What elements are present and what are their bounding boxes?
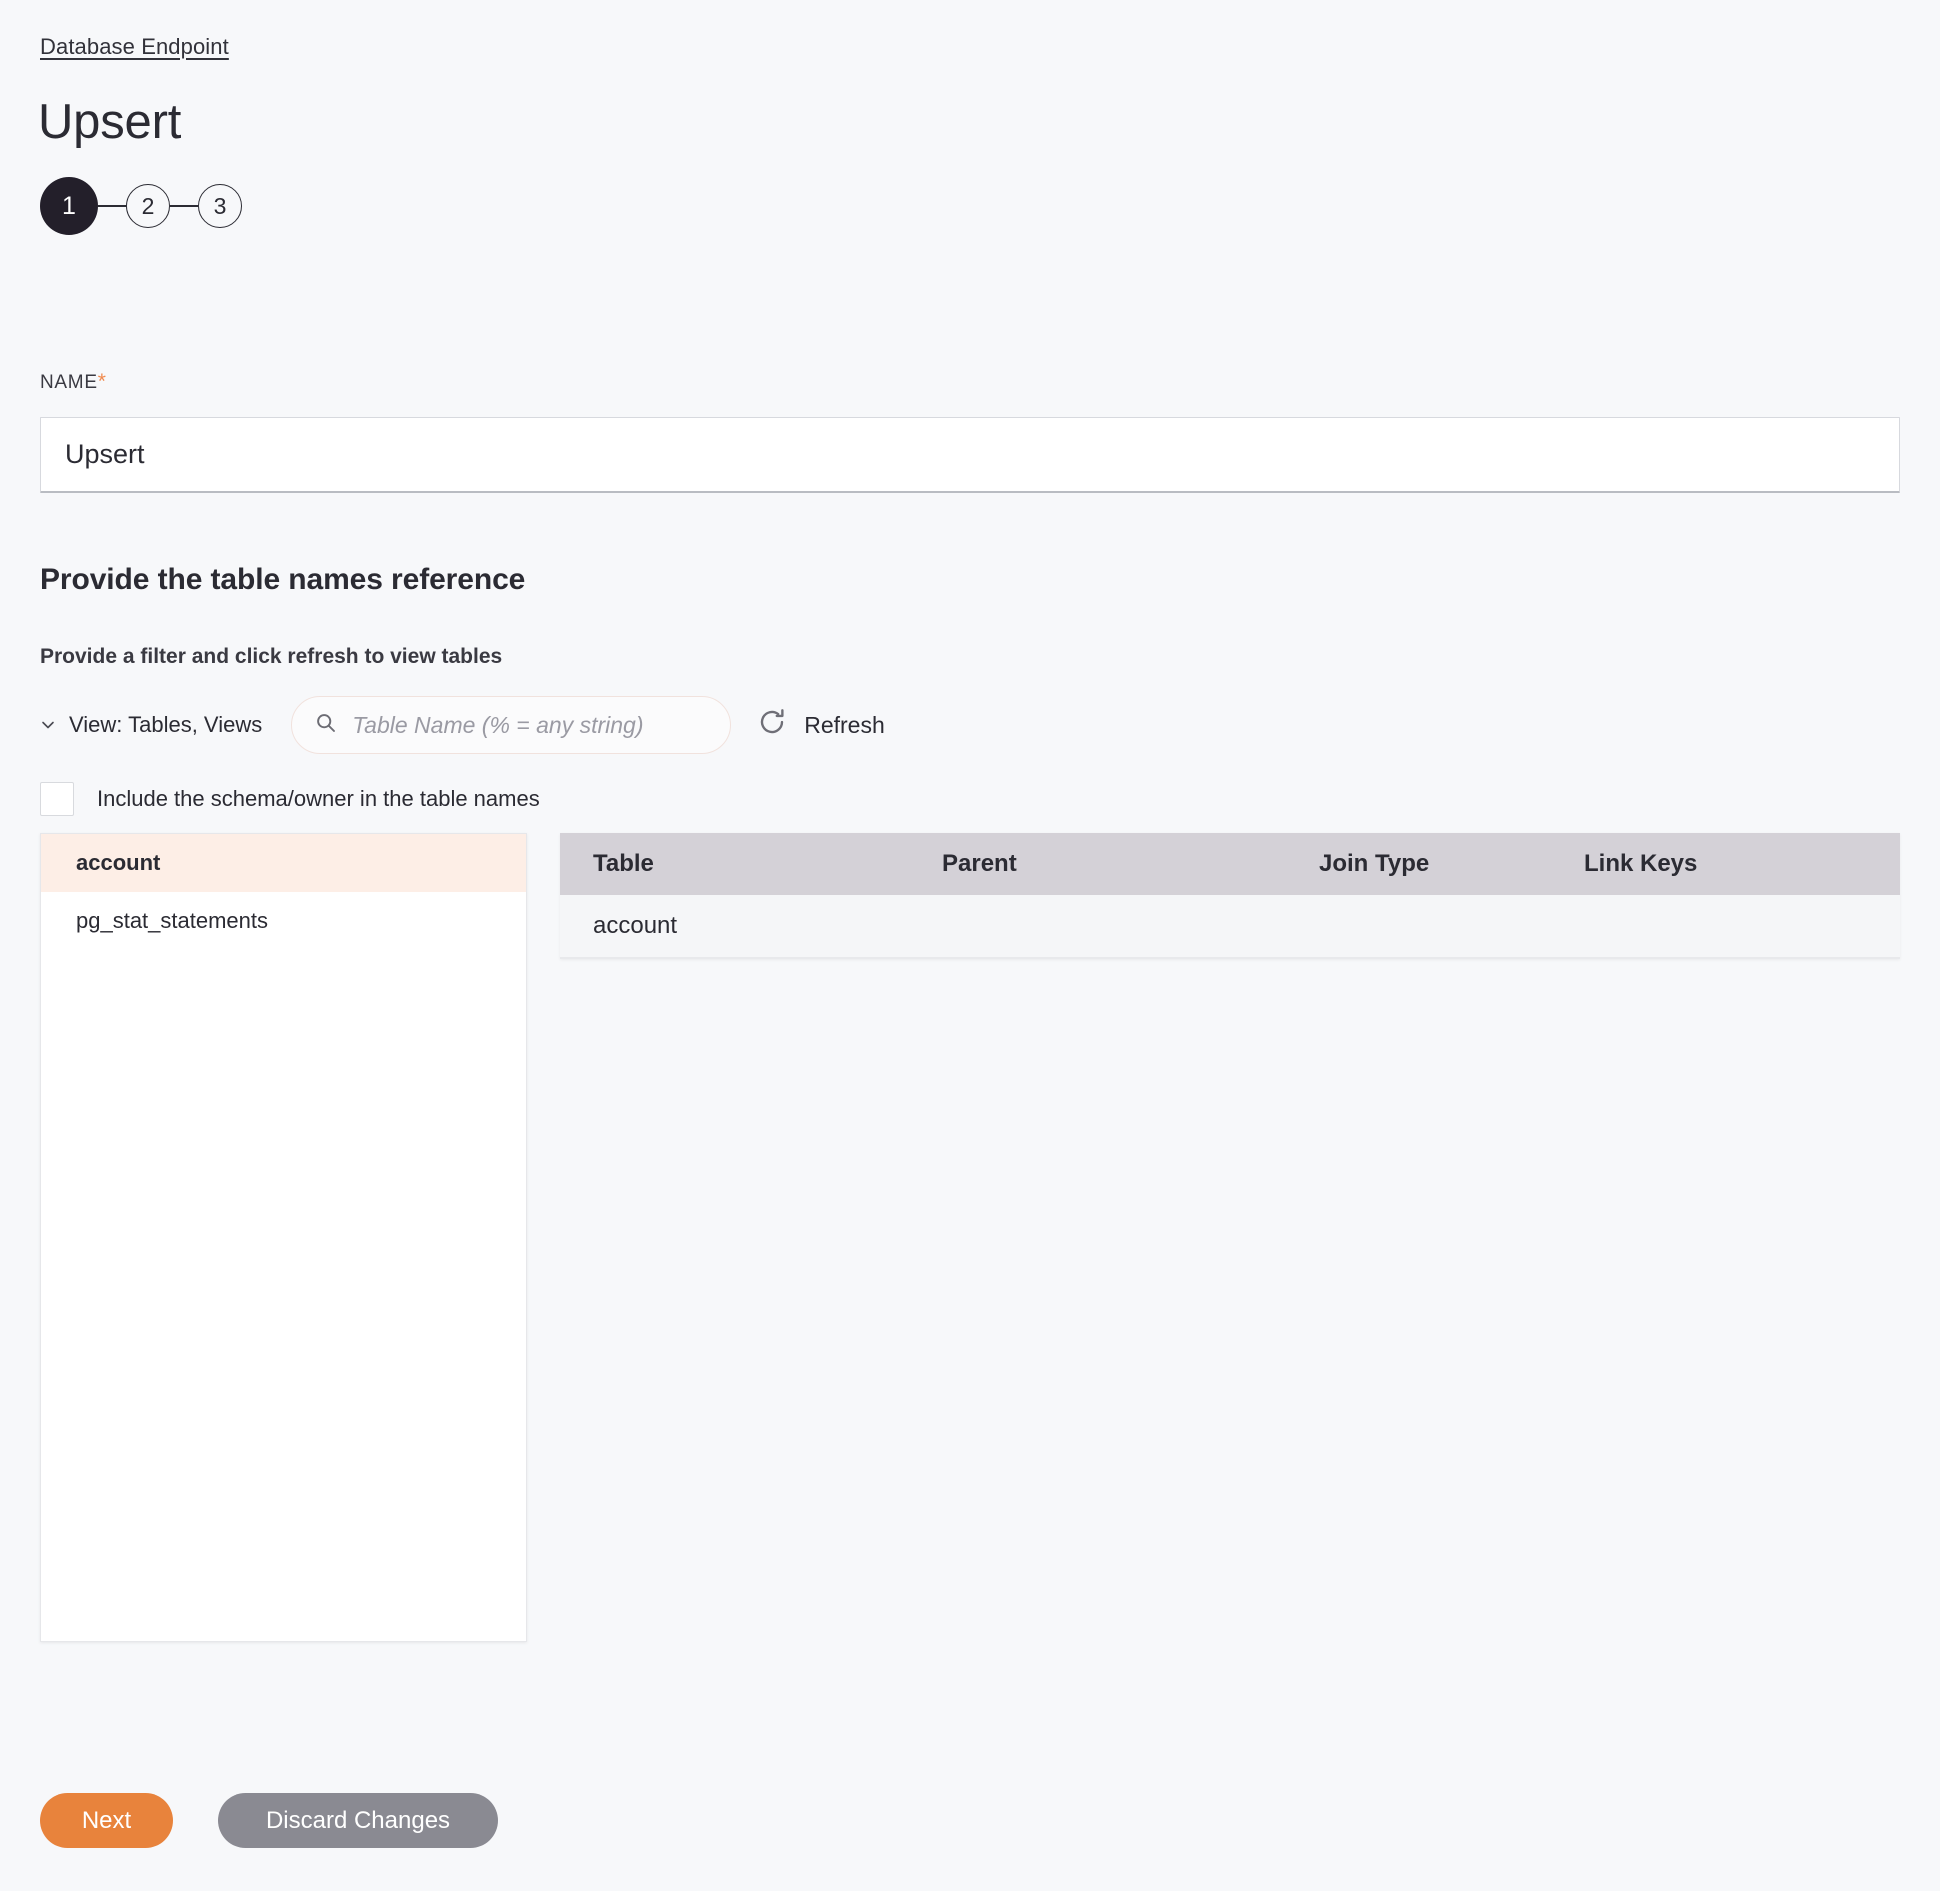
- list-item[interactable]: pg_stat_statements: [41, 892, 526, 950]
- chevron-down-icon: [40, 717, 56, 733]
- selected-tables-grid: Table Parent Join Type Link Keys account: [560, 833, 1900, 959]
- refresh-button[interactable]: Refresh: [757, 707, 885, 743]
- view-select-label: View: Tables, Views: [69, 712, 263, 737]
- required-asterisk: *: [97, 370, 107, 393]
- include-schema-checkbox[interactable]: [40, 782, 74, 816]
- stepper-step-1[interactable]: 1: [40, 177, 98, 235]
- page-title: Upsert: [38, 95, 182, 149]
- filter-row: View: Tables, Views Refresh: [40, 695, 885, 755]
- include-schema-checkbox-row[interactable]: Include the schema/owner in the table na…: [40, 782, 540, 816]
- next-button[interactable]: Next: [40, 1793, 173, 1848]
- grid-header-row: Table Parent Join Type Link Keys: [560, 833, 1900, 895]
- name-input[interactable]: [40, 417, 1900, 493]
- name-field-label: NAME*: [40, 370, 107, 394]
- search-icon: [314, 711, 338, 740]
- include-schema-label: Include the schema/owner in the table na…: [97, 786, 540, 811]
- table-row[interactable]: account: [560, 895, 1900, 959]
- refresh-icon: [757, 707, 787, 743]
- column-header-join-type[interactable]: Join Type: [1319, 850, 1584, 878]
- column-header-parent[interactable]: Parent: [942, 850, 1319, 878]
- table-name-filter[interactable]: [291, 696, 732, 754]
- breadcrumb-database-endpoint[interactable]: Database Endpoint: [40, 34, 229, 60]
- list-item[interactable]: account: [41, 834, 526, 892]
- wizard-stepper: 1 2 3: [40, 177, 242, 235]
- refresh-label: Refresh: [804, 711, 885, 738]
- stepper-step-2[interactable]: 2: [126, 184, 170, 228]
- view-select[interactable]: View: Tables, Views: [40, 712, 262, 738]
- discard-changes-button[interactable]: Discard Changes: [218, 1793, 498, 1848]
- stepper-connector-2: [170, 205, 198, 207]
- table-list-panel[interactable]: account pg_stat_statements: [40, 833, 527, 1642]
- column-header-table[interactable]: Table: [560, 850, 942, 878]
- column-header-link-keys[interactable]: Link Keys: [1584, 850, 1900, 878]
- cell-table: account: [593, 912, 678, 939]
- search-input[interactable]: [350, 710, 713, 740]
- upsert-wizard-page: Database Endpoint Upsert 1 2 3 NAME* Pro…: [0, 0, 1940, 1891]
- footer-actions: Next Discard Changes: [40, 1793, 498, 1848]
- stepper-connector-1: [98, 205, 126, 207]
- section-title: Provide the table names reference: [40, 563, 526, 596]
- section-subtitle: Provide a filter and click refresh to vi…: [40, 645, 503, 668]
- name-label-text: NAME: [40, 372, 98, 393]
- stepper-step-3[interactable]: 3: [198, 184, 242, 228]
